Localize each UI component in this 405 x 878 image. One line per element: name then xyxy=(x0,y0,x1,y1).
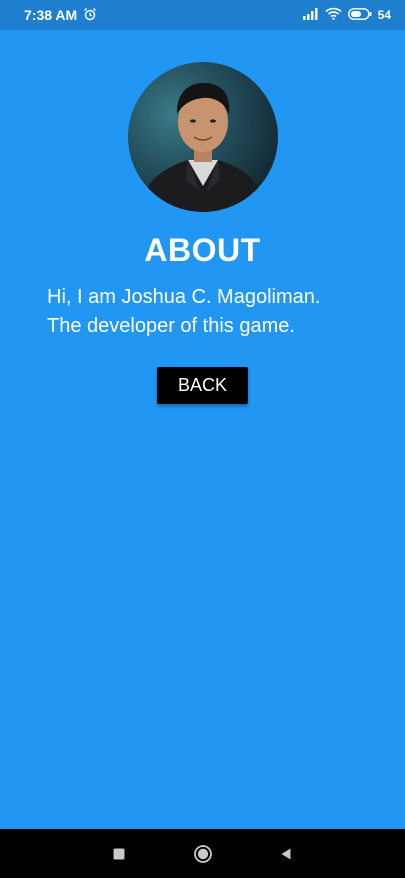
signal-icon xyxy=(302,7,319,23)
status-bar: 7:38 AM 54 xyxy=(0,0,405,30)
recent-apps-icon[interactable] xyxy=(104,839,134,869)
status-left: 7:38 AM xyxy=(24,7,97,24)
page-title: ABOUT xyxy=(144,232,261,268)
wifi-icon xyxy=(325,7,342,23)
bio-line: The developer of this game. xyxy=(47,315,295,337)
navigation-bar xyxy=(0,829,405,878)
developer-bio: Hi, I am Joshua C. Magoliman. The develo… xyxy=(47,283,387,341)
back-icon[interactable] xyxy=(271,839,301,869)
home-icon[interactable] xyxy=(188,839,218,869)
status-time: 7:38 AM xyxy=(24,7,78,23)
status-right: 54 xyxy=(302,7,391,23)
bio-line: Hi, I am Joshua C. Magoliman. xyxy=(47,286,321,308)
alarm-icon xyxy=(83,7,97,24)
developer-avatar xyxy=(128,62,278,212)
back-button[interactable]: BACK xyxy=(157,367,248,404)
battery-percent: 54 xyxy=(377,8,391,22)
battery-icon xyxy=(347,7,372,23)
